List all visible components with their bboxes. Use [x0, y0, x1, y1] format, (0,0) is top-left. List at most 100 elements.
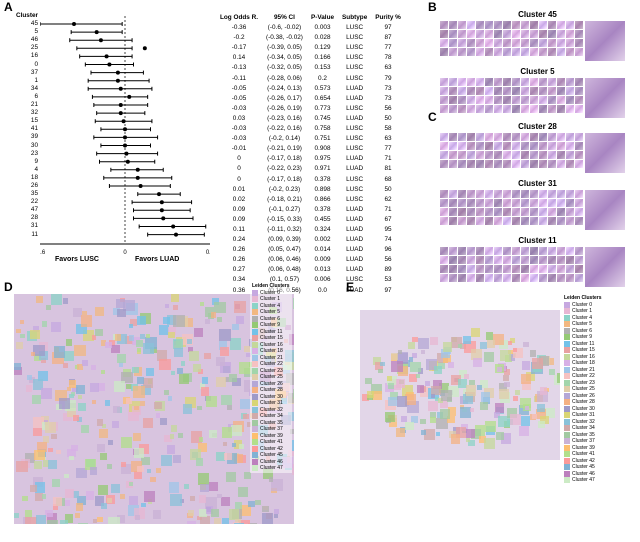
tile: [458, 105, 466, 113]
tissue-patch: [510, 414, 521, 425]
tile: [575, 217, 583, 225]
tissue-patch: [169, 482, 180, 493]
tile: [458, 217, 466, 225]
legend-swatch: [252, 426, 258, 432]
tile: [566, 160, 574, 168]
tissue-patch: [486, 332, 493, 339]
tile: [485, 199, 493, 207]
tile: [467, 87, 475, 95]
tissue-patch: [181, 361, 186, 366]
tissue-patch: [205, 319, 210, 324]
tile: [476, 151, 484, 159]
tissue-patch: [197, 406, 201, 410]
tissue-patch: [27, 375, 32, 380]
tissue-patch: [97, 517, 103, 523]
legend-swatch: [564, 412, 570, 418]
tissue-patch: [78, 523, 88, 524]
tile: [512, 87, 520, 95]
tile: [521, 256, 529, 264]
tissue-patch: [20, 334, 25, 339]
tissue-patch: [159, 359, 171, 371]
tissue-patch: [16, 329, 21, 334]
tissue-patch: [164, 390, 169, 395]
tile: [476, 48, 484, 56]
tile: [557, 265, 565, 273]
tissue-patch: [292, 440, 294, 452]
tile: [476, 247, 484, 255]
tile: [494, 96, 502, 104]
tissue-patch: [274, 509, 280, 515]
tissue-patch: [211, 312, 216, 317]
tissue-patch: [120, 494, 125, 499]
tissue-patch: [171, 294, 179, 302]
panel-c: Cluster 28Cluster 31Cluster 11: [440, 122, 635, 293]
tissue-patch: [113, 406, 120, 413]
table-row: 0(-0.22, 0.23)0.971LUAD81: [217, 165, 404, 173]
tile: [458, 256, 466, 264]
table-row: 0.26(0.06, 0.46)0.009LUAD56: [217, 256, 404, 264]
tile: [485, 133, 493, 141]
tile: [575, 21, 583, 29]
legend-swatch: [564, 334, 570, 340]
tissue-patch: [184, 484, 189, 489]
tissue-patch: [222, 518, 229, 524]
tile: [512, 256, 520, 264]
cluster-id: 45: [16, 20, 38, 28]
legend-swatch: [252, 420, 258, 426]
tile: [503, 190, 511, 198]
tissue-patch: [165, 304, 169, 308]
svg-text:0: 0: [123, 250, 127, 256]
tile: [512, 105, 520, 113]
tissue-patch: [487, 340, 495, 348]
tissue-patch: [434, 366, 442, 374]
tissue-patch: [262, 513, 273, 524]
tissue-patch: [73, 415, 79, 421]
tile: [503, 217, 511, 225]
tile: [530, 160, 538, 168]
tile: [512, 265, 520, 273]
tissue-patch: [41, 388, 52, 399]
tissue-patch: [216, 357, 225, 366]
tile: [503, 208, 511, 216]
tissue-patch: [36, 515, 46, 524]
th-purity: Purity %: [372, 14, 404, 22]
tile: [458, 151, 466, 159]
cluster-strip-title: Cluster 31: [440, 179, 635, 188]
legend-swatch: [564, 451, 570, 457]
tissue-patch: [121, 437, 132, 448]
tile: [494, 151, 502, 159]
tissue-patch: [133, 433, 141, 441]
tile: [575, 96, 583, 104]
tile: [440, 208, 448, 216]
tissue-patch: [134, 406, 139, 411]
tissue-patch: [417, 385, 424, 392]
axis-favors-lusc: Favors LUSC: [55, 256, 99, 263]
tissue-patch: [418, 338, 430, 350]
tile: [467, 256, 475, 264]
tissue-patch: [408, 342, 414, 348]
tissue-patch: [183, 404, 193, 414]
tissue-patch: [391, 361, 403, 373]
preview-tile: [585, 21, 625, 61]
tile: [566, 48, 574, 56]
tile: [449, 96, 457, 104]
tissue-patch: [420, 419, 426, 425]
tissue-patch: [98, 383, 105, 390]
tile: [467, 78, 475, 86]
table-row: 0.34(0.1, 0.57)0.006LUSC53: [217, 276, 404, 284]
tile: [458, 96, 466, 104]
tile: [467, 247, 475, 255]
tile: [440, 39, 448, 47]
legend-swatch: [252, 374, 258, 380]
tissue-patch: [243, 414, 248, 419]
tile: [548, 217, 556, 225]
tile: [476, 190, 484, 198]
tile: [566, 217, 574, 225]
tissue-patch: [115, 334, 121, 340]
tile: [449, 199, 457, 207]
tile: [530, 274, 538, 282]
tile: [476, 87, 484, 95]
tissue-patch: [391, 353, 398, 360]
tile: [557, 87, 565, 95]
tile: [440, 265, 448, 273]
